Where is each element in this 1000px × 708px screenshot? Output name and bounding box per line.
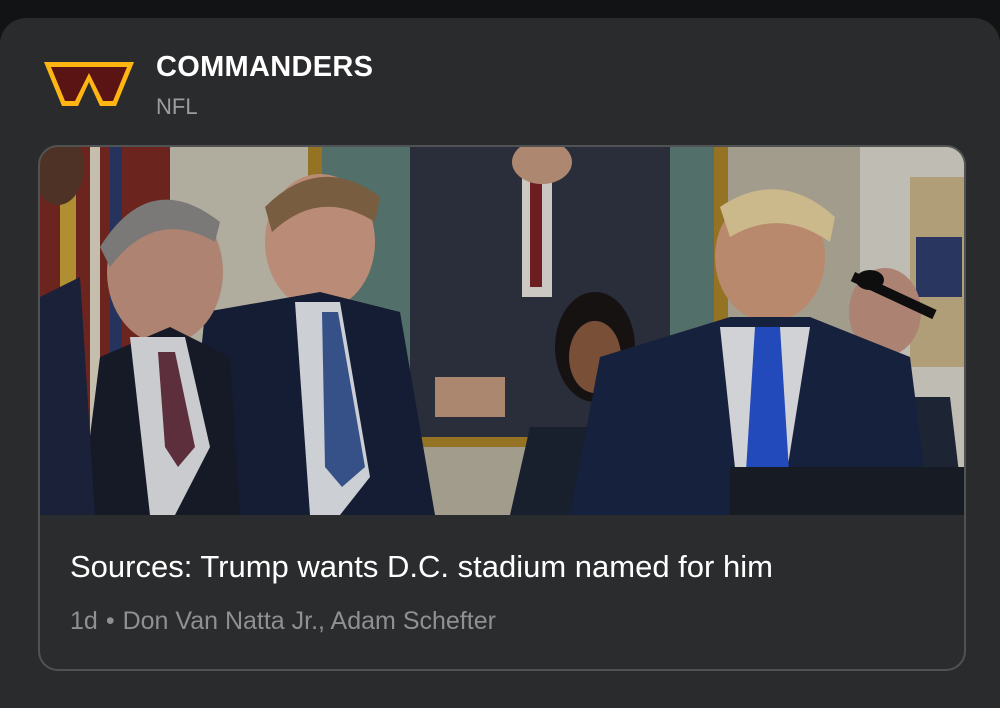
story-authors: Don Van Natta Jr., Adam Schefter: [122, 607, 496, 635]
league-label: NFL: [156, 94, 198, 119]
commanders-logo[interactable]: [44, 58, 134, 108]
story-headline[interactable]: Sources: Trump wants D.C. stadium named …: [70, 549, 773, 585]
meta-separator: •: [105, 607, 115, 635]
team-header[interactable]: COMMANDERS NFL: [0, 18, 1000, 138]
team-name[interactable]: COMMANDERS: [156, 51, 373, 84]
story-item[interactable]: Sources: Trump wants D.C. stadium named …: [38, 145, 966, 671]
news-card: COMMANDERS NFL Sources: Trump wants D.C.…: [0, 18, 1000, 708]
story-age: 1d: [70, 607, 98, 635]
story-photo[interactable]: [40, 147, 964, 515]
story-meta: 1d • Don Van Natta Jr., Adam Schefter: [70, 607, 496, 636]
